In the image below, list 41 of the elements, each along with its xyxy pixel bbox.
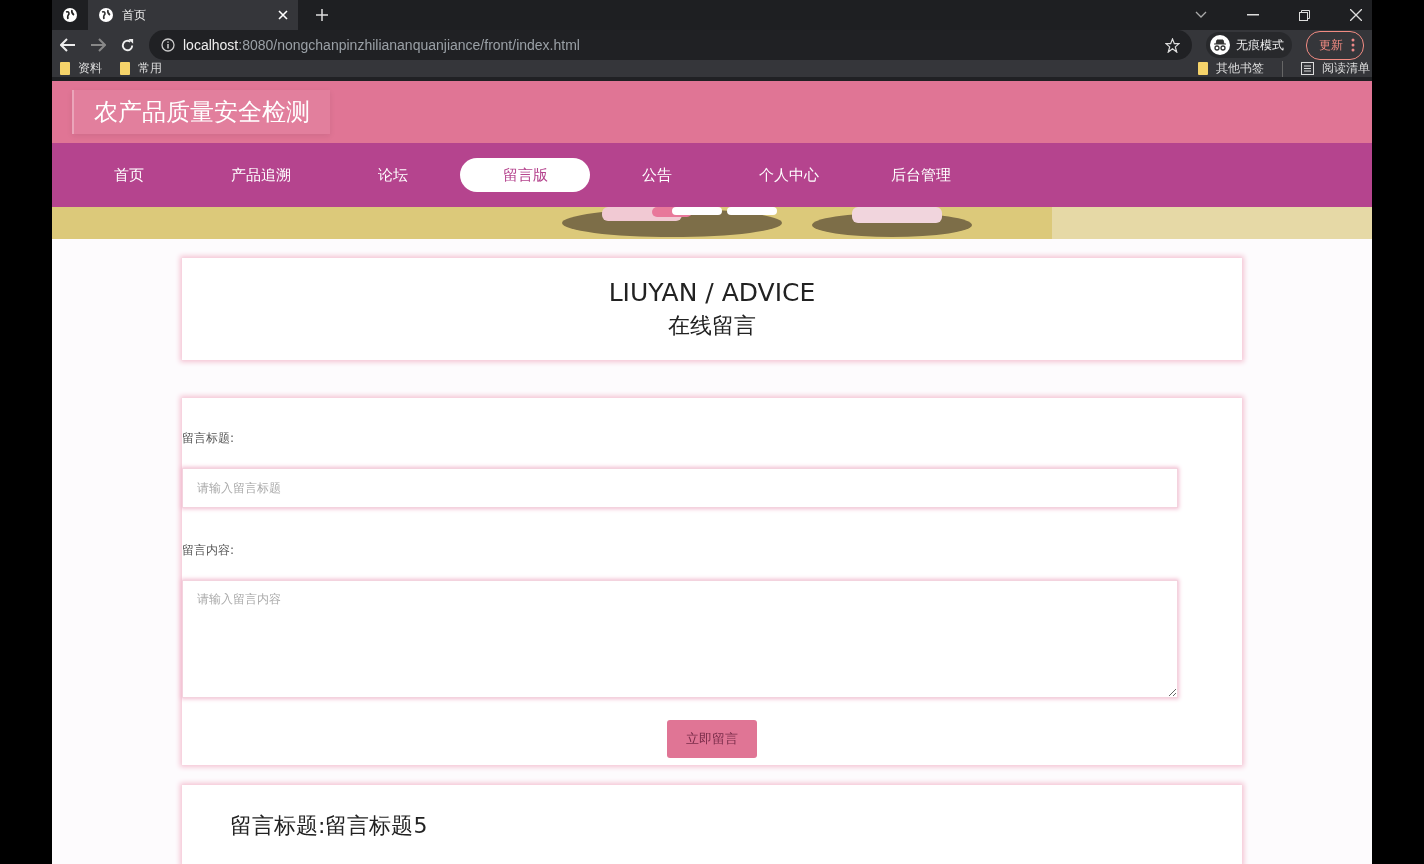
nav-link[interactable]: 公告 (592, 158, 722, 192)
close-icon[interactable] (1350, 9, 1362, 21)
chevron-down-icon[interactable] (1195, 11, 1207, 19)
bookmark-folder[interactable]: 常用 (120, 60, 162, 77)
section-subtitle: 在线留言 (668, 311, 756, 340)
bookmark-folder[interactable]: 资料 (60, 60, 102, 77)
nav-link[interactable]: 论坛 (328, 158, 458, 192)
minimize-icon[interactable] (1247, 14, 1259, 16)
browser-tab[interactable]: 首页 (88, 0, 298, 30)
info-icon (161, 38, 175, 52)
nav-link[interactable]: 个人中心 (724, 158, 854, 192)
url-text: localhost:8080/nongchanpinzhiliananquanjiance/front/index.html (183, 37, 580, 53)
forward-icon[interactable] (90, 38, 106, 52)
new-tab-icon[interactable] (316, 9, 328, 21)
star-icon[interactable] (1165, 37, 1180, 53)
reading-list-button[interactable]: 阅读清单 (1301, 60, 1370, 77)
nav-link[interactable]: 留言版 (460, 158, 590, 192)
incognito-icon (1210, 35, 1230, 55)
input-field[interactable]: 请输入留言标题 (182, 468, 1178, 508)
section-title: LIUYAN / ADVICE (608, 277, 816, 307)
submit-button[interactable]: 立即留言 (667, 720, 757, 758)
update-button[interactable]: 更新 (1306, 30, 1364, 60)
nav-link[interactable]: 首页 (64, 158, 194, 192)
textarea-field[interactable]: 请输入留言内容 (182, 580, 1178, 698)
site-title: 农产品质量安全检测 (72, 90, 330, 134)
field-label: 留言标题: (182, 430, 236, 447)
folder-icon (1198, 62, 1208, 75)
nav-link[interactable]: 产品追溯 (196, 158, 326, 192)
restore-icon[interactable] (1299, 9, 1310, 21)
field-label: 留言内容: (182, 542, 236, 559)
folder-icon (60, 62, 70, 75)
reload-icon[interactable] (120, 37, 135, 53)
incognito-button[interactable]: 无痕模式 (1206, 32, 1292, 58)
bookmark-folder[interactable]: 其他书签 (1198, 60, 1264, 77)
folder-icon (120, 62, 130, 75)
list-icon (1301, 62, 1314, 75)
back-icon[interactable] (60, 38, 76, 52)
more-icon (1351, 38, 1355, 52)
address-bar[interactable]: localhost:8080/nongchanpinzhiliananquanjiance/front/index.html (149, 30, 1192, 60)
message-title: 留言标题:留言标题5 (230, 812, 429, 840)
nav-link[interactable]: 后台管理 (856, 158, 986, 192)
